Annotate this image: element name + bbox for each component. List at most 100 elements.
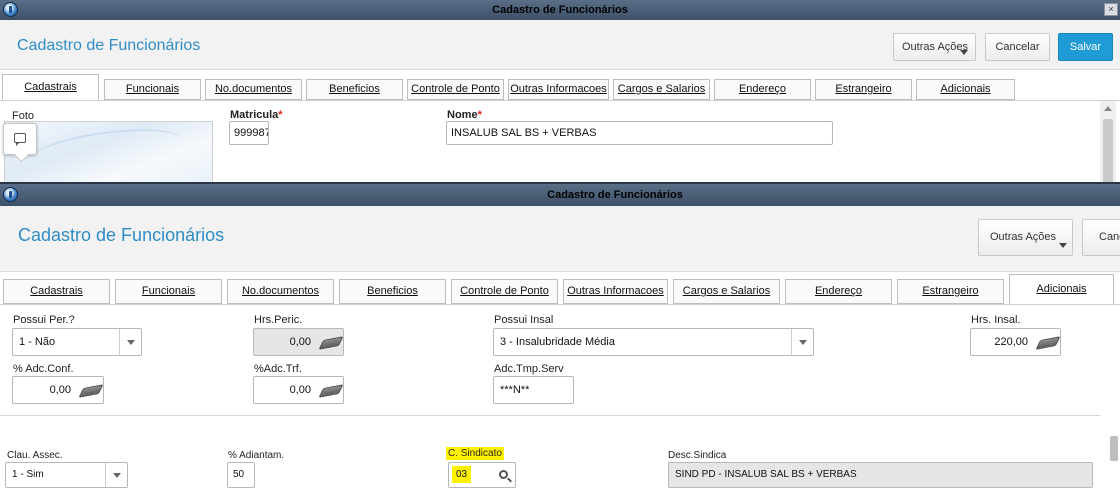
window-title: Cadastro de Funcionários: [492, 4, 628, 16]
tab-cargos-e-salarios[interactable]: Cargos e Salarios: [673, 279, 780, 304]
other-actions-label: Outras Ações: [902, 41, 969, 53]
save-label: Salvar: [1069, 41, 1102, 53]
calculator-icon[interactable]: [1035, 336, 1060, 350]
tab-controle-de-ponto[interactable]: Controle de Ponto: [407, 79, 504, 100]
tab-estrangeiro[interactable]: Estrangeiro: [897, 279, 1004, 304]
tab-no-documentos[interactable]: No.documentos: [205, 79, 302, 100]
c-sindicato-label-text: C. Sindicato: [446, 447, 504, 460]
possui-insal-value: 3 - Insalubridade Média: [500, 336, 615, 348]
clau-assec-value: 1 - Sim: [12, 469, 44, 480]
hrs-peric-value: 0,00: [289, 336, 311, 348]
tab-estrangeiro[interactable]: Estrangeiro: [815, 79, 912, 100]
adc-trf-value: 0,00: [289, 384, 311, 396]
tab-label: No.documentos: [214, 83, 293, 95]
cancel-button[interactable]: Cancelar: [985, 33, 1050, 61]
section-divider: [0, 415, 1100, 416]
chevron-down-icon[interactable]: [105, 463, 127, 487]
adc-conf-label: % Adc.Conf.: [13, 363, 74, 375]
required-mark: *: [278, 109, 283, 121]
tab-label: Cadastrais: [30, 285, 83, 297]
tab-outras-informacoes[interactable]: Outras Informacoes: [508, 79, 609, 100]
tab-cadastrais[interactable]: Cadastrais: [2, 74, 99, 100]
tab-endereco[interactable]: Endereço: [785, 279, 892, 304]
page-title: Cadastro de Funcionários: [17, 37, 201, 54]
scroll-up-icon[interactable]: [1104, 106, 1112, 111]
calculator-icon[interactable]: [78, 384, 103, 398]
hrs-peric-field[interactable]: 0,00: [253, 328, 344, 356]
nome-field[interactable]: INSALUB SAL BS + VERBAS: [446, 121, 833, 145]
tab-funcionais[interactable]: Funcionais: [104, 79, 201, 100]
tab-adicionais[interactable]: Adicionais: [1009, 274, 1114, 305]
hrs-peric-label: Hrs.Peric.: [254, 314, 303, 326]
hrs-insal-label: Hrs. Insal.: [971, 314, 1021, 326]
tab-label: No.documentos: [241, 285, 320, 297]
close-icon[interactable]: ×: [1104, 3, 1118, 16]
tab-label: Beneficios: [329, 83, 380, 95]
search-icon[interactable]: [499, 470, 508, 479]
chevron-down-icon: [960, 50, 968, 55]
adc-trf-field[interactable]: 0,00: [253, 376, 344, 404]
tab-outras-informacoes[interactable]: Outras Informacoes: [563, 279, 668, 304]
tab-label: Endereço: [814, 285, 863, 297]
window-back: Cadastro de Funcionários × Cadastro de F…: [0, 0, 1120, 182]
tab-label: Funcionais: [125, 83, 180, 95]
possui-per-select[interactable]: 1 - Não: [12, 328, 142, 356]
c-sindicato-field[interactable]: 03: [448, 462, 516, 488]
tab-bar: Cadastrais Funcionais No.documentos Bene…: [0, 272, 1120, 305]
other-actions-button[interactable]: Outras Ações: [893, 33, 976, 61]
tab-label: Cadastrais: [24, 81, 77, 93]
tab-cadastrais[interactable]: Cadastrais: [3, 279, 110, 304]
cancel-button[interactable]: Canc: [1082, 219, 1120, 256]
window-front: Cadastro de Funcionários Cadastro de Fun…: [0, 182, 1120, 495]
possui-per-label: Possui Per.?: [13, 314, 75, 326]
other-actions-button[interactable]: Outras Ações: [978, 219, 1073, 256]
chevron-down-icon[interactable]: [791, 329, 813, 355]
chevron-down-icon[interactable]: [119, 329, 141, 355]
clau-assec-select[interactable]: 1 - Sim: [5, 462, 128, 488]
header: Cadastro de Funcionários Outras Ações Ca…: [0, 206, 1120, 272]
clau-assec-label: Clau. Assec.: [7, 450, 63, 461]
possui-insal-select[interactable]: 3 - Insalubridade Média: [493, 328, 814, 356]
form-panel: Foto Matricula* 999987 Nome* INSALUB SAL…: [0, 100, 1120, 182]
scroll-thumb[interactable]: [1103, 119, 1113, 182]
tab-funcionais[interactable]: Funcionais: [115, 279, 222, 304]
desc-sindica-field[interactable]: SIND PD - INSALUB SAL BS + VERBAS: [668, 462, 1093, 488]
cancel-label: Cancelar: [995, 41, 1040, 53]
tab-label: Outras Informacoes: [567, 285, 664, 297]
tab-adicionais[interactable]: Adicionais: [916, 79, 1015, 100]
header: Cadastro de Funcionários Outras Ações Ca…: [0, 20, 1120, 70]
title-bar: Cadastro de Funcionários ×: [0, 0, 1120, 20]
chevron-down-icon: [1059, 243, 1067, 248]
required-mark: *: [477, 109, 482, 121]
adc-tmp-field[interactable]: ***N**: [493, 376, 574, 404]
possui-insal-label: Possui Insal: [494, 314, 554, 326]
desc-sindica-label: Desc.Sindica: [668, 450, 727, 461]
hrs-insal-field[interactable]: 220,00: [970, 328, 1061, 356]
adc-conf-field[interactable]: 0,00: [12, 376, 104, 404]
adiantam-field[interactable]: 50: [227, 462, 255, 488]
tab-cargos-e-salarios[interactable]: Cargos e Salarios: [613, 79, 710, 100]
nome-label: Nome*: [447, 109, 482, 121]
c-sindicato-value: 03: [452, 466, 472, 483]
tab-beneficios[interactable]: Beneficios: [339, 279, 446, 304]
chat-icon: [14, 133, 26, 146]
matricula-field[interactable]: 999987: [229, 121, 269, 145]
tab-controle-de-ponto[interactable]: Controle de Ponto: [451, 279, 558, 304]
possui-per-value: 1 - Não: [19, 336, 56, 348]
tab-label: Cargos e Salarios: [617, 83, 706, 95]
nome-label-text: Nome: [447, 109, 478, 121]
tab-no-documentos[interactable]: No.documentos: [227, 279, 334, 304]
other-actions-label: Outras Ações: [990, 231, 1057, 243]
tab-endereco[interactable]: Endereço: [714, 79, 811, 100]
calculator-icon[interactable]: [318, 336, 343, 350]
scroll-thumb[interactable]: [1110, 436, 1118, 461]
tab-beneficios[interactable]: Beneficios: [306, 79, 403, 100]
save-button[interactable]: Salvar: [1058, 33, 1113, 61]
tab-label: Estrangeiro: [922, 285, 979, 297]
chat-button[interactable]: [3, 123, 37, 155]
scrollbar[interactable]: [1100, 101, 1116, 182]
adc-trf-label: %Adc.Trf.: [254, 363, 302, 375]
tab-label: Endereço: [738, 83, 787, 95]
title-bar: Cadastro de Funcionários: [0, 184, 1120, 206]
calculator-icon[interactable]: [318, 384, 343, 398]
